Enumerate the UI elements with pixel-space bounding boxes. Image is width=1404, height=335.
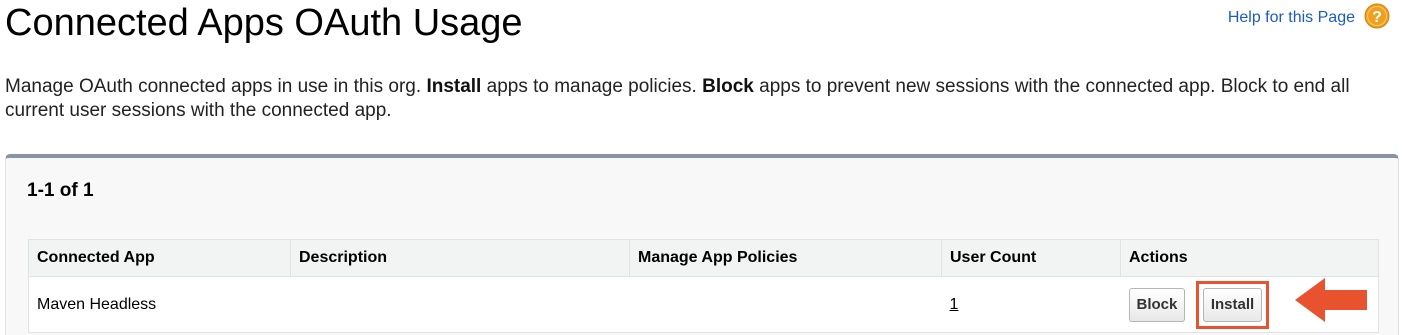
arrow-left-icon	[1295, 278, 1367, 322]
page: Connected Apps OAuth Usage Help for this…	[0, 0, 1404, 335]
app-description	[290, 276, 630, 333]
help-question-icon[interactable]: ?	[1364, 3, 1390, 29]
description-text: apps to manage policies.	[481, 76, 703, 97]
column-header-manage-app-policies[interactable]: Manage App Policies	[629, 239, 942, 277]
install-button[interactable]: Install	[1202, 287, 1263, 322]
help-link[interactable]: Help for this Page	[1228, 8, 1355, 28]
page-description: Manage OAuth connected apps in use in th…	[5, 75, 1400, 123]
user-count-link[interactable]: 1	[950, 296, 959, 313]
column-header-actions: Actions	[1120, 239, 1379, 277]
description-block-word: Block	[702, 76, 754, 97]
page-title: Connected Apps OAuth Usage	[5, 2, 523, 44]
description-install-word: Install	[426, 76, 482, 97]
install-highlight-box: Install	[1195, 280, 1270, 329]
column-header-connected-app[interactable]: Connected App	[28, 239, 291, 277]
column-header-user-count[interactable]: User Count	[941, 239, 1121, 277]
block-button[interactable]: Block	[1128, 287, 1186, 322]
record-count: 1-1 of 1	[27, 180, 94, 201]
connected-apps-table: Connected App Description Manage App Pol…	[28, 239, 1379, 333]
table-row: Maven Headless 1 Block Install	[28, 276, 1379, 333]
user-count-cell: 1	[941, 276, 1121, 333]
connected-app-name: Maven Headless	[28, 276, 291, 333]
svg-text:?: ?	[1372, 9, 1382, 26]
column-header-description[interactable]: Description	[290, 239, 630, 277]
table-header-row: Connected App Description Manage App Pol…	[28, 239, 1379, 277]
manage-app-policies-cell	[629, 276, 942, 333]
description-text: Manage OAuth connected apps in use in th…	[5, 76, 427, 97]
connected-apps-panel: 1-1 of 1 Connected App Description Manag…	[5, 154, 1399, 335]
